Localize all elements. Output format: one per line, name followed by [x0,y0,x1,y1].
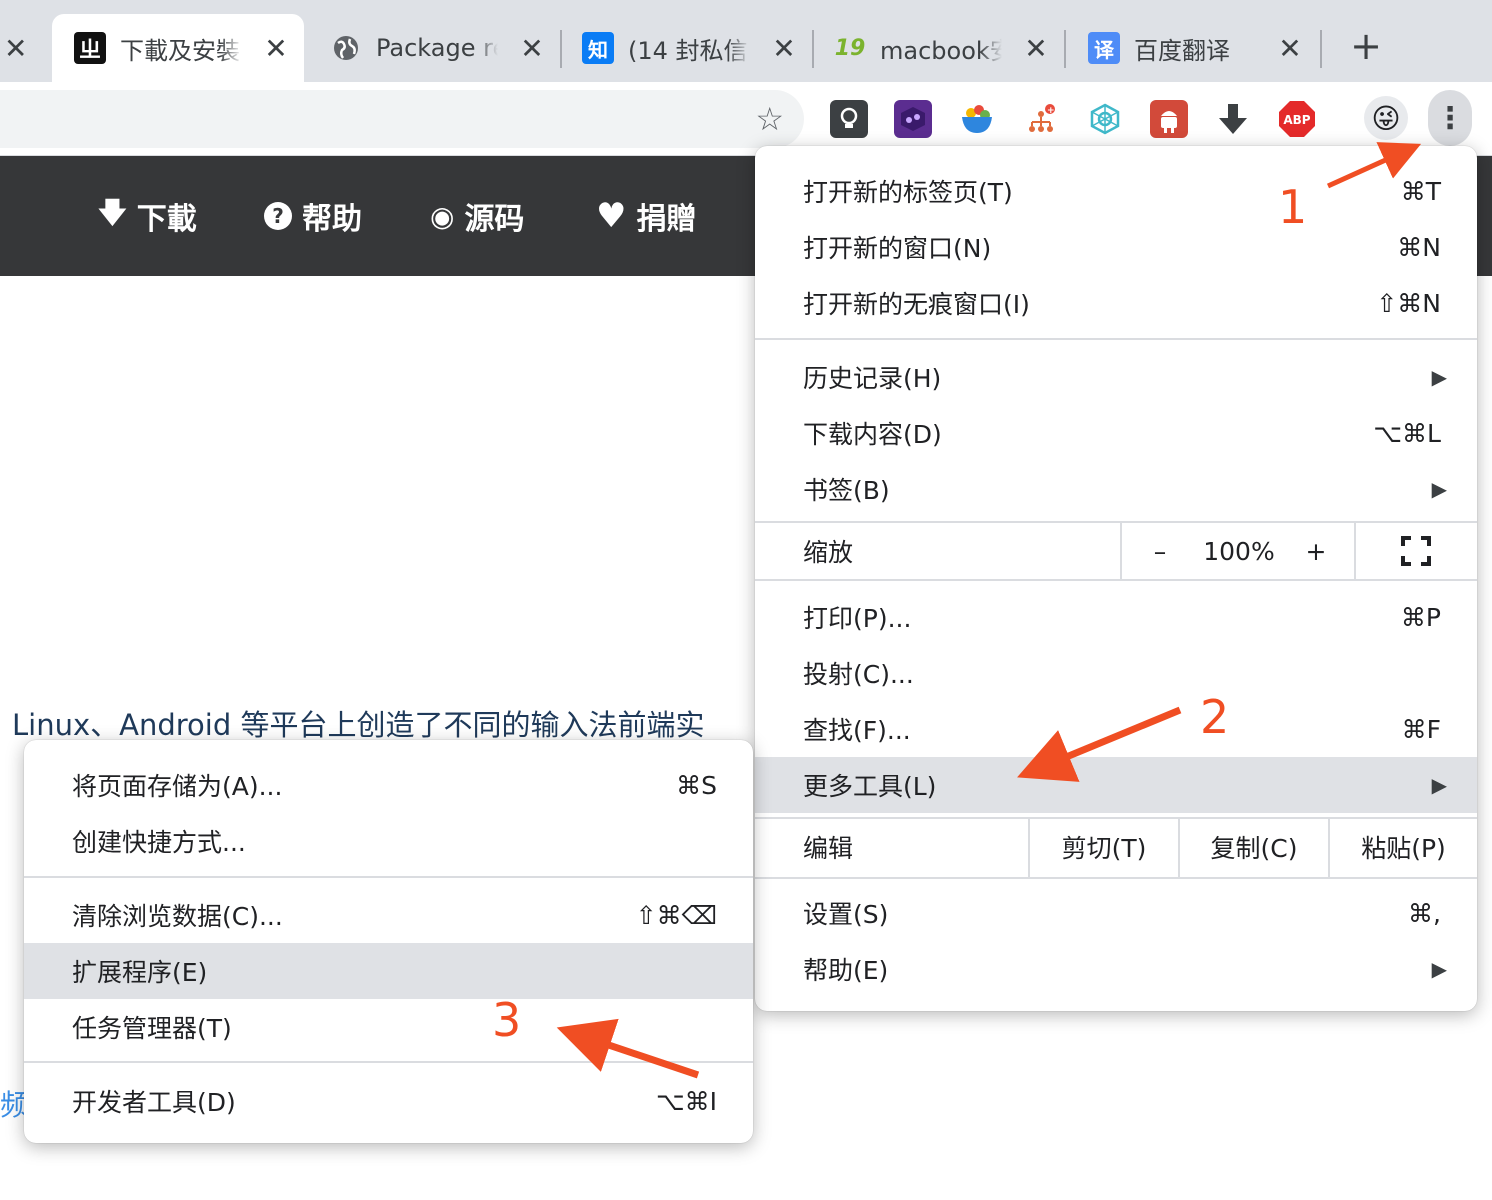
annotation-arrow-3 [556,1018,700,1079]
annotation-number-2: 2 [1200,690,1230,744]
annotation-number-3: 3 [492,993,522,1047]
annotation-arrow-1 [1326,142,1422,189]
annotation-arrows [556,142,1422,1079]
annotation-number-1: 1 [1278,180,1308,234]
annotation-arrow-2 [1017,706,1182,782]
